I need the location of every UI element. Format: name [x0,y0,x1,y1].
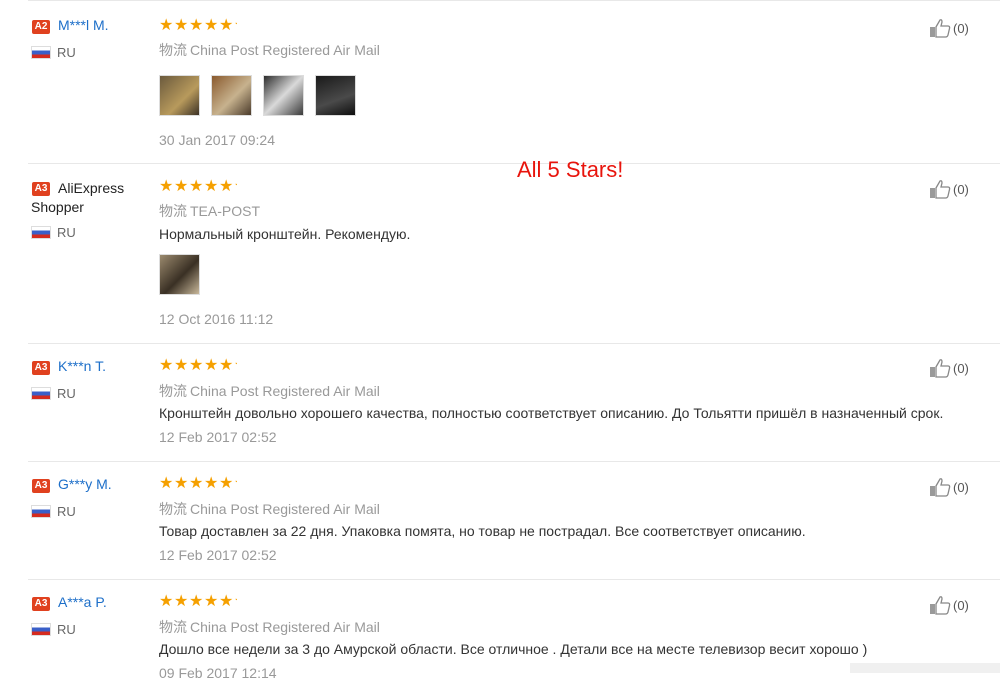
star-icon: ★ [219,475,234,492]
russia-flag-icon [31,505,51,518]
star-icon: ★ [219,17,234,34]
review-date: 30 Jan 2017 09:24 [159,132,275,148]
helpful-count: (0) [953,360,969,376]
buyer-name[interactable]: M***l M. [58,17,109,33]
star-icon: ★ [174,178,189,195]
thumbs-up-icon [930,180,951,199]
star-rating: ★★★★★★ [159,594,237,610]
star-icon: ★ [189,357,204,374]
helpful-button[interactable]: (0) [929,179,969,199]
buyer-country: RU [57,504,76,519]
review-text: Нормальный кронштейн. Рекомендую. [159,226,411,242]
helpful-button[interactable]: (0) [929,595,969,615]
helpful-count: (0) [953,20,969,36]
star-icon: ★ [189,178,204,195]
review-text: Кронштейн довольно хорошего качества, по… [159,405,944,421]
overlay-corner [850,663,1000,673]
review-photo[interactable] [159,75,200,116]
star-icon: ★ [159,17,174,34]
buyer-level-badge: A2 [32,20,50,34]
star-icon: ★ [159,357,174,374]
russia-flag-icon [31,387,51,400]
shipping-method: 物流 China Post Registered Air Mail [159,501,380,517]
buyer-name[interactable]: G***y M. [58,476,112,492]
star-icon: ★ [204,178,219,195]
thumbs-up-icon [930,478,951,497]
review-photo[interactable] [159,254,200,295]
star-rating: ★★★★★★ [159,179,237,195]
russia-flag-icon [31,46,51,59]
star-icon: ★ [189,17,204,34]
helpful-count: (0) [953,479,969,495]
review-photos [159,254,200,295]
review-divider [28,461,1000,462]
review-text: Товар доставлен за 22 дня. Упаковка помя… [159,523,806,539]
review-photo[interactable] [211,75,252,116]
russia-flag-icon [31,226,51,239]
star-icon: ★ [159,593,174,610]
star-icon: ★ [204,593,219,610]
buyer-country: RU [57,622,76,637]
review-divider [28,579,1000,580]
star-icon: ★ [174,17,189,34]
helpful-count: (0) [953,181,969,197]
star-rating: ★★★★★★ [159,476,237,492]
review-divider [28,343,1000,344]
review-photos [159,75,356,116]
star-icon: ★ [219,357,234,374]
buyer-level-badge: A3 [32,597,50,611]
helpful-button[interactable]: (0) [929,477,969,497]
review-date: 12 Oct 2016 11:12 [159,311,274,327]
helpful-count: (0) [953,597,969,613]
helpful-button[interactable]: (0) [929,358,969,378]
star-icon: ★ [189,593,204,610]
star-icon: ★ [219,593,234,610]
russia-flag-icon [31,623,51,636]
star-icon: ★ [159,475,174,492]
star-rating: ★★★★★★ [159,358,237,374]
thumbs-up-icon [930,19,951,38]
buyer-name: AliExpress Shopper [31,180,125,215]
thumbs-up-icon [930,359,951,378]
star-icon: ★ [159,178,174,195]
buyer-country: RU [57,225,76,240]
review-date: 12 Feb 2017 02:52 [159,429,277,445]
helpful-button[interactable]: (0) [929,18,969,38]
shipping-method: 物流 China Post Registered Air Mail [159,619,380,635]
buyer-name[interactable]: A***a P. [58,594,107,610]
star-icon: ★ [174,475,189,492]
shipping-method: 物流 China Post Registered Air Mail [159,383,380,399]
shipping-method: 物流 TEA-POST [159,203,261,219]
review-text: Дошло все недели за 3 до Амурской област… [159,641,868,657]
top-divider [28,0,1000,1]
star-rating: ★★★★★★ [159,18,237,34]
annotation-text: All 5 Stars! [517,157,624,182]
star-icon: ★ [174,357,189,374]
review-date: 09 Feb 2017 12:14 [159,665,277,681]
star-icon: ★ [189,475,204,492]
review-divider [28,163,1000,164]
thumbs-up-icon [930,596,951,615]
shipping-method: 物流 China Post Registered Air Mail [159,42,380,58]
buyer-level-badge: A3 [32,361,50,375]
star-icon: ★ [219,178,234,195]
buyer-level-badge: A3 [32,479,50,493]
buyer-name[interactable]: K***n T. [58,358,106,374]
star-icon: ★ [204,357,219,374]
buyer-country: RU [57,45,76,60]
review-date: 12 Feb 2017 02:52 [159,547,277,563]
buyer-country: RU [57,386,76,401]
star-icon: ★ [204,17,219,34]
review-photo[interactable] [315,75,356,116]
star-icon: ★ [174,593,189,610]
star-icon: ★ [204,475,219,492]
review-photo[interactable] [263,75,304,116]
